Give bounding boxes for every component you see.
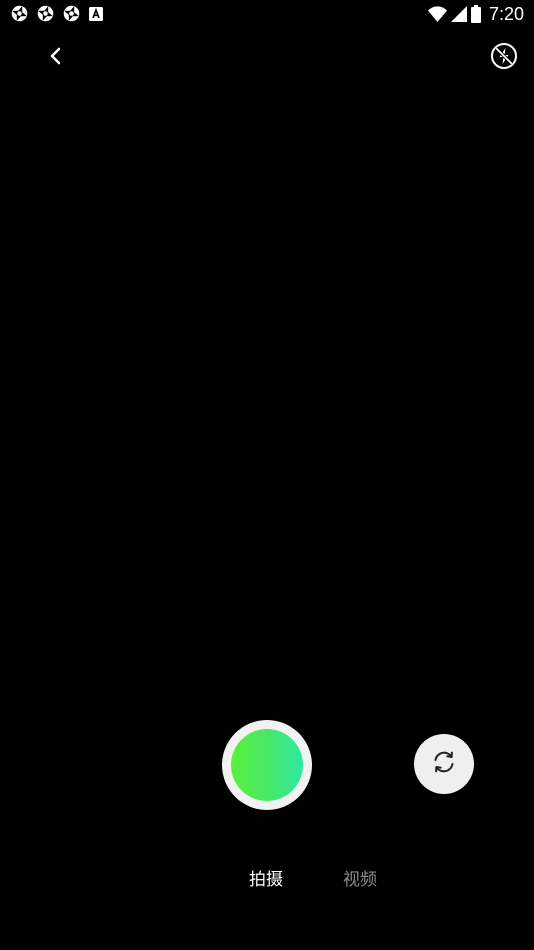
status-bar: 7:20 [0, 0, 534, 28]
shutter-button[interactable] [222, 720, 312, 810]
mode-tabs: 拍摄 视频 [0, 866, 534, 896]
chevron-left-icon [49, 47, 63, 69]
tab-photo[interactable]: 拍摄 [249, 866, 283, 894]
aperture-icon [37, 5, 54, 22]
battery-icon [470, 5, 481, 23]
system-icons: 7:20 [427, 3, 524, 25]
aperture-icon [11, 5, 28, 22]
status-time: 7:20 [488, 3, 524, 24]
text-a-icon [89, 6, 103, 21]
flash-off-icon [490, 42, 518, 74]
camera-switch-icon [431, 749, 457, 779]
aperture-icon [63, 5, 80, 22]
switch-camera-button[interactable] [414, 734, 474, 794]
back-button[interactable] [40, 42, 72, 74]
tab-video[interactable]: 视频 [343, 866, 377, 894]
camera-viewfinder[interactable] [0, 90, 534, 700]
wifi-icon [427, 6, 447, 22]
cellular-signal-icon [450, 6, 467, 22]
shutter-icon [231, 729, 303, 801]
flash-toggle-button[interactable] [488, 42, 520, 74]
notification-icons [11, 5, 103, 22]
